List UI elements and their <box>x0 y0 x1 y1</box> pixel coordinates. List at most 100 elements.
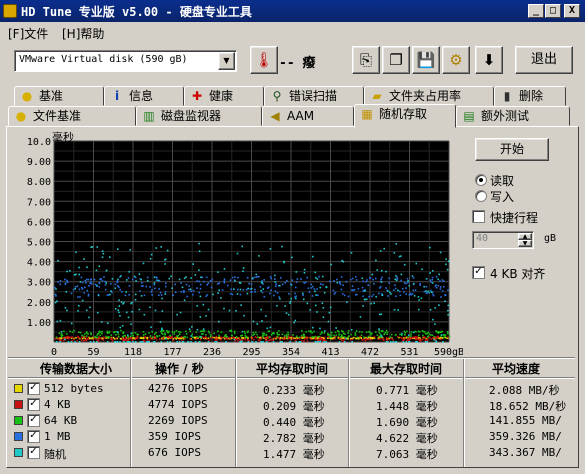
series-checkbox[interactable]: ✓ <box>27 382 40 395</box>
data-point <box>85 339 88 342</box>
tab-error-scan[interactable]: ⚲ 错误扫描 <box>264 86 364 106</box>
data-point <box>346 301 348 303</box>
data-point <box>395 275 397 277</box>
data-point <box>354 275 357 278</box>
data-point <box>202 303 205 306</box>
data-point <box>101 256 104 259</box>
series-checkbox[interactable]: ✓ <box>27 446 40 459</box>
data-point <box>100 321 103 323</box>
data-point <box>439 251 442 254</box>
data-point <box>59 279 62 282</box>
data-point <box>354 332 357 334</box>
series-checkbox[interactable]: ✓ <box>27 430 40 443</box>
drive-select[interactable]: VMware Virtual disk (590 gB) ▼ <box>14 50 237 72</box>
data-point <box>294 337 297 340</box>
options-icon[interactable]: ⚙ <box>442 46 470 74</box>
tab-erase[interactable]: ▮ 删除 <box>494 86 566 106</box>
data-point <box>364 339 367 342</box>
data-point <box>316 288 318 290</box>
tab-benchmark[interactable]: ● 基准 <box>14 86 104 106</box>
data-point <box>410 335 412 337</box>
data-point <box>104 284 107 286</box>
data-point <box>265 334 267 336</box>
data-point <box>374 331 377 333</box>
data-point <box>433 339 436 341</box>
data-point <box>152 340 155 343</box>
x-tick-label: 354 <box>282 347 300 357</box>
data-point <box>298 336 301 339</box>
data-point <box>353 289 356 291</box>
data-point <box>217 292 219 294</box>
close-button[interactable]: X <box>564 4 580 18</box>
download-icon[interactable]: ⬇ <box>475 46 503 74</box>
data-point <box>73 329 75 332</box>
data-point <box>435 330 437 332</box>
menu-file[interactable]: [F]文件 <box>8 25 48 42</box>
copy-text-icon[interactable]: ⎘ <box>352 46 380 74</box>
series-color-swatch <box>14 448 23 457</box>
maximize-button[interactable]: □ <box>545 4 561 18</box>
data-point <box>400 334 403 336</box>
menu-help[interactable]: [H]帮助 <box>62 25 104 42</box>
data-point <box>92 340 95 343</box>
series-checkbox[interactable]: ✓ <box>27 414 40 427</box>
data-point <box>162 333 164 335</box>
tab-folder-usage[interactable]: ▰ 文件夹占用率 <box>364 86 494 106</box>
folder-icon: ▰ <box>372 89 382 103</box>
write-radio[interactable] <box>475 190 487 202</box>
tab-file-benchmark[interactable]: ● 文件基准 <box>8 106 136 126</box>
read-radio[interactable] <box>475 174 487 186</box>
data-point <box>201 330 203 332</box>
data-point <box>92 338 95 341</box>
chevron-down-icon[interactable]: ▼ <box>218 52 235 70</box>
data-point <box>259 286 262 288</box>
data-point <box>351 338 354 341</box>
align-4kb-checkbox[interactable]: ✓ <box>472 266 485 279</box>
data-point <box>448 335 451 338</box>
data-point <box>311 295 314 297</box>
tab-random-access[interactable]: ▦ 随机存取 <box>354 104 456 128</box>
save-icon[interactable]: 💾 <box>412 46 440 74</box>
data-point <box>302 292 304 295</box>
data-point <box>97 294 100 297</box>
data-point <box>233 330 236 333</box>
data-point <box>57 281 59 283</box>
data-point <box>163 335 166 338</box>
data-point <box>218 320 220 323</box>
thermometer-icon[interactable]: 🌡 <box>250 46 278 74</box>
data-point <box>388 282 391 284</box>
data-point <box>381 294 383 296</box>
quick-stroke-checkbox[interactable] <box>472 210 485 223</box>
data-point <box>266 287 269 289</box>
minimize-button[interactable]: _ <box>528 4 544 18</box>
data-point <box>430 334 432 336</box>
data-point <box>151 330 153 333</box>
data-point <box>138 273 141 275</box>
data-point <box>276 304 278 307</box>
data-point <box>411 293 414 295</box>
series-checkbox[interactable]: ✓ <box>27 398 40 411</box>
data-point <box>363 298 366 301</box>
start-button[interactable]: 开始 <box>475 138 549 161</box>
data-point <box>124 294 127 297</box>
y-tick-label: 6.00 <box>27 217 51 228</box>
copy-image-icon[interactable]: ❐ <box>382 46 410 74</box>
data-point <box>345 337 347 340</box>
data-point <box>392 289 395 291</box>
data-point <box>278 296 280 298</box>
data-point <box>89 306 91 309</box>
tab-info[interactable]: i 信息 <box>104 86 184 106</box>
tab-aam[interactable]: ◀ AAM <box>262 106 354 126</box>
data-point <box>66 279 68 282</box>
tab-disk-monitor[interactable]: ▥ 磁盘监视器 <box>136 106 262 126</box>
data-point <box>319 333 322 335</box>
data-point <box>125 291 127 293</box>
data-point <box>55 288 57 290</box>
data-point <box>247 340 250 343</box>
tab-health[interactable]: ✚ 健康 <box>184 86 264 106</box>
tab-extra-tests[interactable]: ▤ 额外测试 <box>456 106 570 126</box>
data-point <box>344 336 346 339</box>
exit-button[interactable]: 退出 <box>515 46 573 74</box>
data-point <box>422 334 424 337</box>
data-point <box>150 291 153 293</box>
